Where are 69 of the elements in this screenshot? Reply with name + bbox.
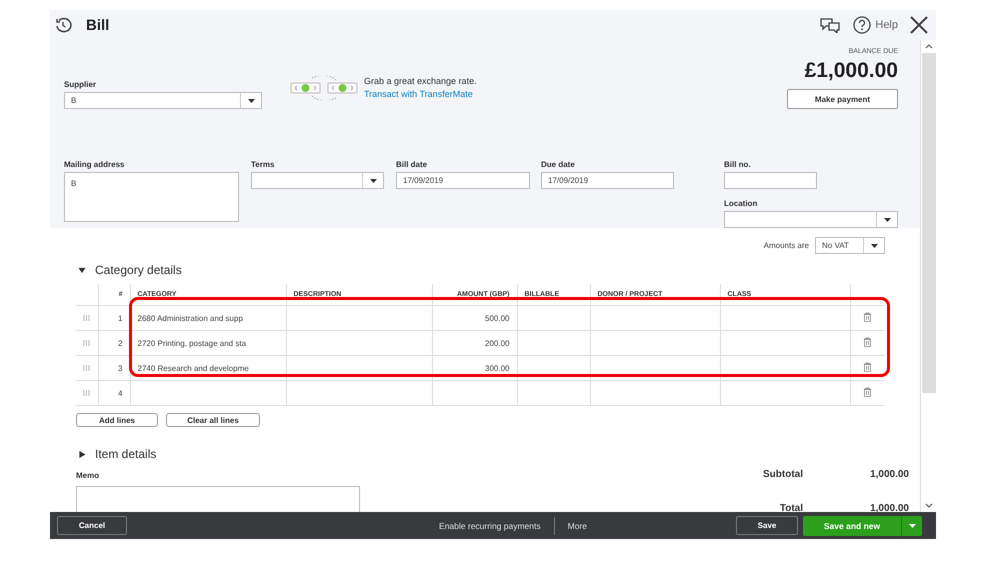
close-icon[interactable] [910, 16, 928, 34]
date-field[interactable]: 17/09/2019 [541, 172, 674, 189]
make-payment-button[interactable]: Make payment [787, 89, 898, 109]
caret-icon [370, 178, 376, 182]
window-title: Bill [86, 16, 110, 34]
promo-text: Grab a great exchange rate. [364, 76, 477, 86]
category-cell[interactable]: 2720 Printing, postage and sta [130, 330, 286, 356]
address-field[interactable]: B [64, 172, 239, 222]
help-icon[interactable] [853, 16, 872, 34]
caret-icon [884, 218, 890, 222]
drag-handle-icon[interactable] [83, 340, 90, 346]
drag-handle-icon[interactable] [83, 314, 90, 320]
field-label: Mailing address [64, 160, 126, 169]
location-dropdown[interactable] [724, 211, 898, 228]
caret-icon [870, 244, 878, 248]
amount-cell[interactable]: 300.00 [432, 356, 517, 380]
terms-dropdown[interactable] [251, 172, 384, 189]
scrollbar[interactable] [920, 40, 936, 512]
category-cell[interactable]: 2680 Administration and supp [130, 306, 286, 330]
field-label: Bill date [396, 160, 428, 169]
total-label: Total [778, 503, 803, 512]
date-field[interactable]: 17/09/2019 [396, 172, 530, 189]
field-label: Bill no. [724, 160, 752, 169]
category-cell[interactable]: 2740 Research and developme [130, 356, 286, 380]
collapse-icon[interactable] [78, 266, 86, 274]
trash-icon[interactable] [863, 362, 872, 372]
supplier-dropdown[interactable]: B [64, 92, 262, 109]
field-label: Supplier [64, 80, 98, 89]
section-title: Item details [95, 447, 156, 461]
table-action-button[interactable]: Clear all lines [166, 413, 260, 427]
field-label: Amounts are [764, 241, 809, 250]
drag-handle-icon[interactable] [83, 364, 90, 370]
history-icon[interactable] [54, 17, 72, 33]
trash-icon[interactable] [863, 387, 872, 397]
drag-handle-icon[interactable] [83, 390, 90, 396]
currency-exchange-icon [290, 76, 360, 100]
line-number: 1 [98, 306, 130, 330]
field-label: Terms [251, 160, 276, 169]
caret-icon [908, 524, 916, 528]
promo-link[interactable]: Transact with TransferMate [364, 89, 477, 99]
vat-dropdown[interactable]: No VAT [815, 237, 885, 254]
recurring-link[interactable]: Enable recurring payments [439, 520, 541, 530]
caret-icon [248, 98, 254, 102]
line-number: 2 [98, 330, 130, 356]
more-link[interactable]: More [568, 520, 587, 530]
line-number: 4 [98, 380, 130, 406]
field-label: Location [724, 199, 758, 208]
help-link[interactable]: Help [875, 19, 898, 31]
bill-number-field[interactable] [724, 172, 817, 189]
scroll-down-icon[interactable] [924, 503, 932, 508]
trash-icon[interactable] [863, 337, 872, 347]
scroll-up-icon[interactable] [924, 44, 932, 49]
chat-icon[interactable] [819, 17, 842, 33]
line-number: 3 [98, 356, 130, 380]
total-label: Subtotal [763, 469, 803, 482]
amount-cell[interactable]: 200.00 [432, 330, 517, 356]
amount-cell[interactable]: 500.00 [432, 306, 517, 330]
table-action-button[interactable]: Add lines [76, 413, 158, 427]
expand-icon[interactable] [78, 450, 86, 458]
trash-icon[interactable] [863, 312, 872, 322]
category-cell[interactable] [130, 380, 286, 406]
cancel-button[interactable]: Cancel [57, 516, 127, 535]
section-title: Category details [95, 263, 182, 277]
amount-cell[interactable] [432, 380, 517, 406]
field-label: Due date [541, 160, 576, 169]
balance-amount: £1,000.00 [804, 59, 898, 83]
save-button[interactable]: Save [736, 516, 798, 535]
total-value: 1,000.00 [869, 469, 909, 482]
field-label: Memo [76, 471, 100, 480]
